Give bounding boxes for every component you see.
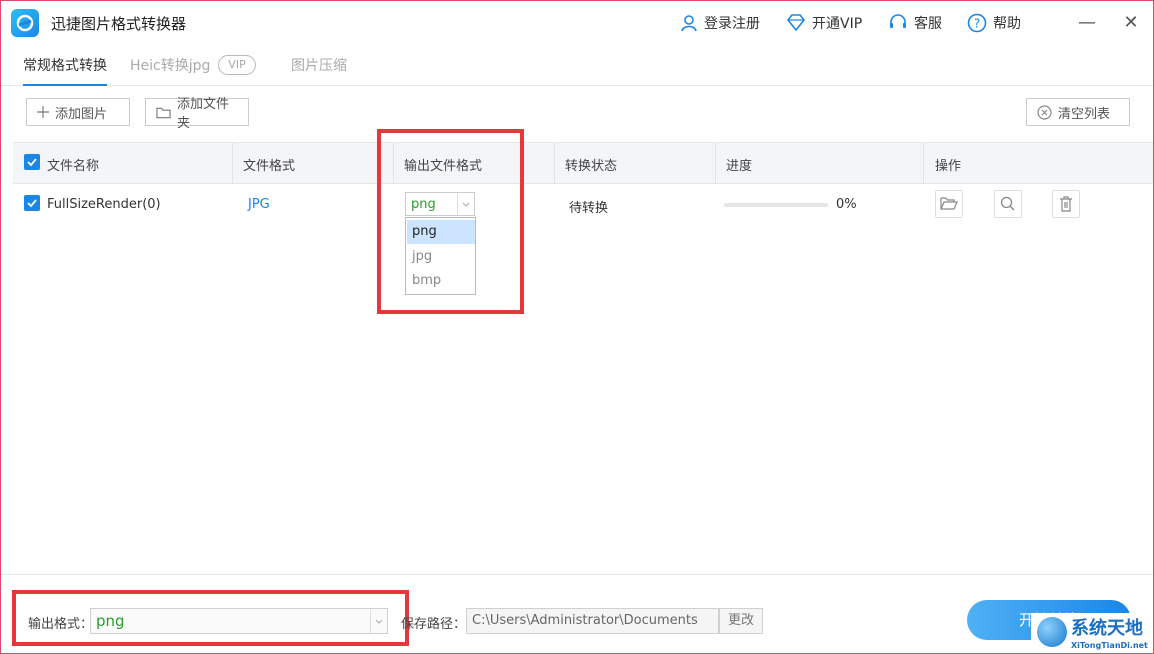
help-label: 帮助 — [993, 16, 1021, 32]
service-label: 客服 — [914, 16, 942, 32]
clear-list-button[interactable]: 清空列表 — [1026, 98, 1130, 126]
row-file-format: JPG — [248, 197, 270, 212]
header-status: 转换状态 — [565, 159, 618, 174]
add-folder-button[interactable]: 添加文件夹 — [145, 97, 249, 131]
check-icon — [27, 158, 37, 167]
select-all-checkbox[interactable] — [24, 154, 40, 170]
question-icon: ? — [967, 13, 987, 33]
save-path-label: 保存路径： — [401, 617, 467, 632]
headset-icon — [890, 14, 906, 28]
tab-image-compress[interactable]: 图片压缩 — [291, 55, 347, 75]
check-icon — [27, 199, 37, 208]
vip-badge: VIP — [218, 55, 256, 75]
diamond-icon — [786, 14, 806, 32]
watermark-url: XiTongTianDi.net — [1071, 641, 1148, 650]
app-title: 迅捷图片格式转换器 — [51, 15, 187, 33]
save-path-field[interactable]: C:\Users\Administrator\Documents — [466, 608, 719, 634]
chevron-down-icon — [370, 609, 387, 633]
clear-circle-icon — [1037, 104, 1052, 120]
tab-heic-to-jpg[interactable]: Heic转换jpg — [130, 55, 210, 75]
header-file-name: 文件名称 — [47, 159, 100, 174]
table-header: 文件名称 文件格式 输出文件格式 转换状态 进度 操作 — [13, 142, 1153, 184]
header-file-format: 文件格式 — [243, 159, 296, 174]
title-bar: 迅捷图片格式转换器 登录注册 开通VIP 客服 ? 帮助 — ✕ — [1, 1, 1153, 45]
service-link[interactable]: 客服 — [888, 13, 942, 33]
column-divider — [923, 143, 924, 183]
add-image-label: 添加图片 — [55, 106, 108, 122]
site-watermark: 系统天地 XiTongTianDi.net — [1031, 613, 1153, 653]
column-divider — [554, 143, 555, 183]
watermark-title: 系统天地 — [1071, 618, 1143, 639]
column-divider — [715, 143, 716, 183]
header-actions: 操作 — [935, 159, 962, 174]
app-logo-icon — [11, 9, 39, 37]
trash-icon — [1060, 196, 1072, 212]
login-label: 登录注册 — [704, 16, 760, 32]
close-button[interactable]: ✕ — [1119, 11, 1143, 35]
output-format-value: png — [96, 612, 125, 630]
add-image-button[interactable]: 添加图片 — [26, 98, 130, 126]
login-link[interactable]: 登录注册 — [680, 13, 760, 33]
change-path-button[interactable]: 更改 — [719, 608, 763, 634]
header-progress: 进度 — [726, 159, 753, 174]
tab-general-conversion[interactable]: 常规格式转换 — [23, 55, 107, 86]
vip-label: 开通VIP — [812, 16, 863, 32]
preview-button[interactable] — [994, 190, 1022, 218]
output-format-select[interactable]: png — [90, 608, 388, 634]
open-folder-button[interactable] — [935, 190, 963, 218]
bottom-divider — [1, 574, 1153, 575]
help-link[interactable]: ? 帮助 — [967, 13, 1021, 33]
highlight-box-output-column — [377, 129, 524, 314]
row-progress-text: 0% — [836, 197, 857, 212]
tab-bar: 常规格式转换 Heic转换jpg 图片压缩 — [1, 45, 1153, 86]
clear-list-label: 清空列表 — [1058, 106, 1111, 122]
magnifier-icon — [1000, 196, 1015, 211]
svg-text:?: ? — [974, 17, 980, 31]
row-file-name: FullSizeRender(0) — [47, 197, 161, 212]
folder-icon — [156, 107, 171, 118]
progress-bar — [724, 203, 828, 207]
plus-icon — [37, 106, 49, 118]
column-divider — [232, 143, 233, 183]
add-folder-label: 添加文件夹 — [177, 97, 230, 131]
row-status: 待转换 — [569, 201, 609, 216]
app-window: 迅捷图片格式转换器 登录注册 开通VIP 客服 ? 帮助 — ✕ 常规格式转换 … — [0, 0, 1154, 654]
vip-link[interactable]: 开通VIP — [786, 13, 862, 33]
row-checkbox[interactable] — [24, 195, 40, 211]
table-row: FullSizeRender(0) JPG 待转换 0% — [13, 183, 1153, 227]
output-format-label: 输出格式： — [28, 617, 94, 632]
delete-button[interactable] — [1052, 190, 1080, 218]
user-icon — [681, 15, 697, 32]
minimize-button[interactable]: — — [1075, 11, 1099, 35]
globe-logo-icon — [1037, 617, 1067, 647]
folder-open-icon — [940, 197, 958, 210]
